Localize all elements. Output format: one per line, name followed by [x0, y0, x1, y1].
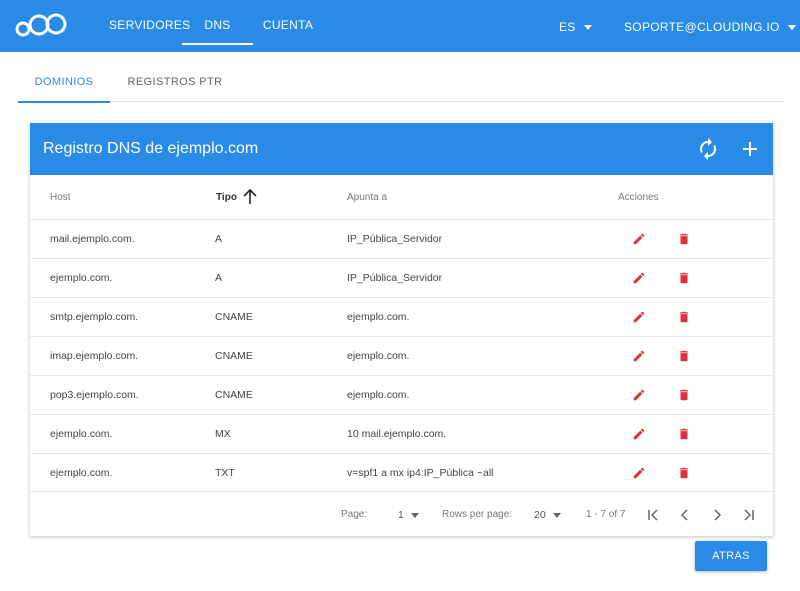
- delete-icon[interactable]: [677, 387, 691, 403]
- header-acciones: Acciones: [618, 192, 659, 203]
- cell-apunta: IP_Pública_Servidor: [347, 272, 443, 284]
- nav-servidores[interactable]: SERVIDORES: [109, 0, 190, 42]
- cell-apunta: ejemplo.com.: [347, 350, 410, 362]
- table-row: imap.ejemplo.com. CNAME ejemplo.com.: [30, 336, 773, 375]
- language-label: ES: [559, 20, 576, 34]
- edit-icon[interactable]: [632, 387, 646, 403]
- edit-icon[interactable]: [632, 426, 646, 442]
- table-row: smtp.ejemplo.com. CNAME ejemplo.com.: [30, 297, 773, 336]
- rows-per-page-label: Rows per page:: [442, 509, 513, 520]
- header-host: Host: [50, 192, 71, 203]
- header-tipo[interactable]: Tipo: [216, 175, 237, 219]
- cell-tipo: MX: [215, 428, 231, 440]
- delete-icon[interactable]: [677, 348, 691, 364]
- back-button[interactable]: ATRAS: [695, 541, 767, 571]
- first-page-icon[interactable]: [645, 507, 661, 523]
- delete-icon[interactable]: [677, 270, 691, 286]
- page-label: Page:: [341, 509, 368, 520]
- cell-apunta: 10 mail.ejemplo.com.: [347, 428, 447, 440]
- nav-cuenta[interactable]: CUENTA: [262, 0, 314, 42]
- account-label: SOPORTE@CLOUDING.IO: [624, 20, 780, 34]
- cell-apunta: ejemplo.com.: [347, 389, 410, 401]
- delete-icon[interactable]: [677, 231, 691, 247]
- chevron-down-icon: [583, 25, 592, 31]
- cell-tipo: CNAME: [215, 350, 253, 362]
- tab-dominios[interactable]: DOMINIOS: [18, 52, 110, 103]
- language-selector[interactable]: ES: [559, 0, 592, 52]
- edit-icon[interactable]: [632, 309, 646, 325]
- chevron-down-icon: [410, 512, 419, 518]
- rows-per-page-select[interactable]: 20: [534, 492, 561, 538]
- table-row: ejemplo.com. TXT v=spf1 a mx ip4:IP_Públic…: [30, 453, 773, 492]
- table-row: ejemplo.com. MX 10 mail.ejemplo.com.: [30, 414, 773, 453]
- cell-host: ejemplo.com.: [50, 272, 113, 284]
- dns-records-card: Registro DNS de ejemplo.com Host Tipo Ap…: [30, 123, 773, 536]
- chevron-down-icon: [552, 512, 561, 518]
- next-page-icon[interactable]: [709, 507, 725, 523]
- top-navbar: SERVIDORES DNS CUENTA ES SOPORTE@CLOUDIN…: [0, 0, 800, 52]
- page-range: 1 - 7 of 7: [586, 509, 626, 520]
- cell-tipo: A: [215, 233, 223, 245]
- card-title: Registro DNS de ejemplo.com: [43, 140, 259, 157]
- delete-icon[interactable]: [677, 309, 691, 325]
- clouding-logo[interactable]: [13, 6, 69, 40]
- edit-icon[interactable]: [632, 348, 646, 364]
- arrow-up-icon[interactable]: [243, 189, 257, 205]
- edit-icon[interactable]: [632, 270, 646, 286]
- nav-dns[interactable]: DNS: [182, 0, 253, 45]
- cell-apunta: IP_Pública_Servidor: [347, 233, 443, 245]
- rows-per-page-value: 20: [534, 509, 546, 521]
- edit-icon[interactable]: [632, 465, 646, 481]
- cell-tipo: CNAME: [215, 389, 253, 401]
- cell-host: mail.ejemplo.com.: [50, 233, 135, 245]
- tab-registros-ptr[interactable]: REGISTROS PTR: [122, 52, 228, 102]
- page-select[interactable]: 1: [398, 492, 419, 538]
- cell-host: pop3.ejemplo.com.: [50, 389, 139, 401]
- pagination: Page: 1 Rows per page: 20 1 - 7 of 7: [30, 491, 773, 536]
- cell-host: smtp.ejemplo.com.: [50, 311, 139, 323]
- header-apunta: Apunta a: [347, 192, 388, 203]
- table-row: mail.ejemplo.com. A IP_Pública_Servidor: [30, 219, 773, 258]
- table-row: pop3.ejemplo.com. CNAME ejemplo.com.: [30, 375, 773, 414]
- cell-host: ejemplo.com.: [50, 467, 113, 479]
- cell-apunta: v=spf1 a mx ip4:IP_Pública ~all: [347, 467, 494, 479]
- table-row: ejemplo.com. A IP_Pública_Servidor: [30, 258, 773, 297]
- cell-apunta: ejemplo.com.: [347, 311, 410, 323]
- sub-tabs: DOMINIOS REGISTROS PTR: [18, 52, 784, 103]
- cell-host: imap.ejemplo.com.: [50, 350, 139, 362]
- cell-tipo: CNAME: [215, 311, 253, 323]
- cell-host: ejemplo.com.: [50, 428, 113, 440]
- account-menu[interactable]: SOPORTE@CLOUDING.IO: [624, 0, 796, 52]
- card-header: Registro DNS de ejemplo.com: [30, 123, 773, 175]
- delete-icon[interactable]: [677, 465, 691, 481]
- last-page-icon[interactable]: [741, 507, 757, 523]
- chevron-down-icon: [787, 25, 796, 31]
- cell-tipo: TXT: [215, 467, 235, 479]
- cell-tipo: A: [215, 272, 223, 284]
- previous-page-icon[interactable]: [677, 507, 693, 523]
- delete-icon[interactable]: [677, 426, 691, 442]
- edit-icon[interactable]: [632, 231, 646, 247]
- add-icon[interactable]: [738, 137, 762, 161]
- refresh-icon[interactable]: [696, 137, 720, 161]
- page-value: 1: [398, 509, 404, 521]
